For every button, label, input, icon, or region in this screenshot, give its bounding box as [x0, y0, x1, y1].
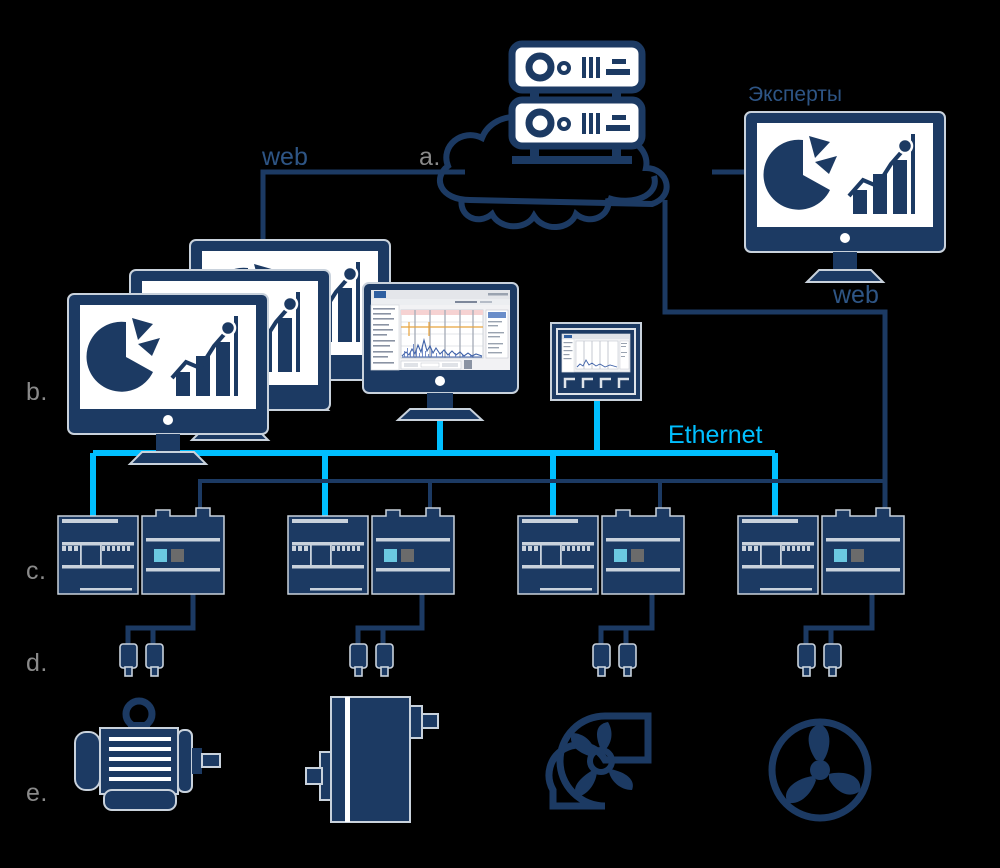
axial-fan-icon: [768, 718, 872, 822]
diagram-canvas: web a. Эксперты web b. Ethernet c. d. e.: [0, 0, 1000, 868]
diagram-svg: [57, 0, 947, 823]
sensor-pair-2: [349, 643, 394, 677]
centrifugal-blower-icon: [545, 712, 652, 810]
plc-3: [517, 507, 685, 595]
hmi-panel-icon: [550, 322, 642, 401]
electric-motor-icon: [74, 697, 221, 811]
cloud-server-2: [512, 100, 642, 146]
sensor-pair-4: [797, 643, 842, 677]
sensor-pair-3: [592, 643, 637, 677]
plc-2: [287, 507, 455, 595]
experts-workstation-icon: [743, 110, 947, 284]
plc-4: [737, 507, 905, 595]
analysis-workstation-icon: [362, 282, 519, 421]
gearbox-icon: [305, 696, 439, 823]
plc-sensor-links: [125, 588, 875, 646]
sensor-pair-1: [119, 643, 164, 677]
plc-1: [57, 507, 225, 595]
plc-interconnect-links: [198, 479, 887, 516]
cloud-server-1: [512, 44, 642, 90]
